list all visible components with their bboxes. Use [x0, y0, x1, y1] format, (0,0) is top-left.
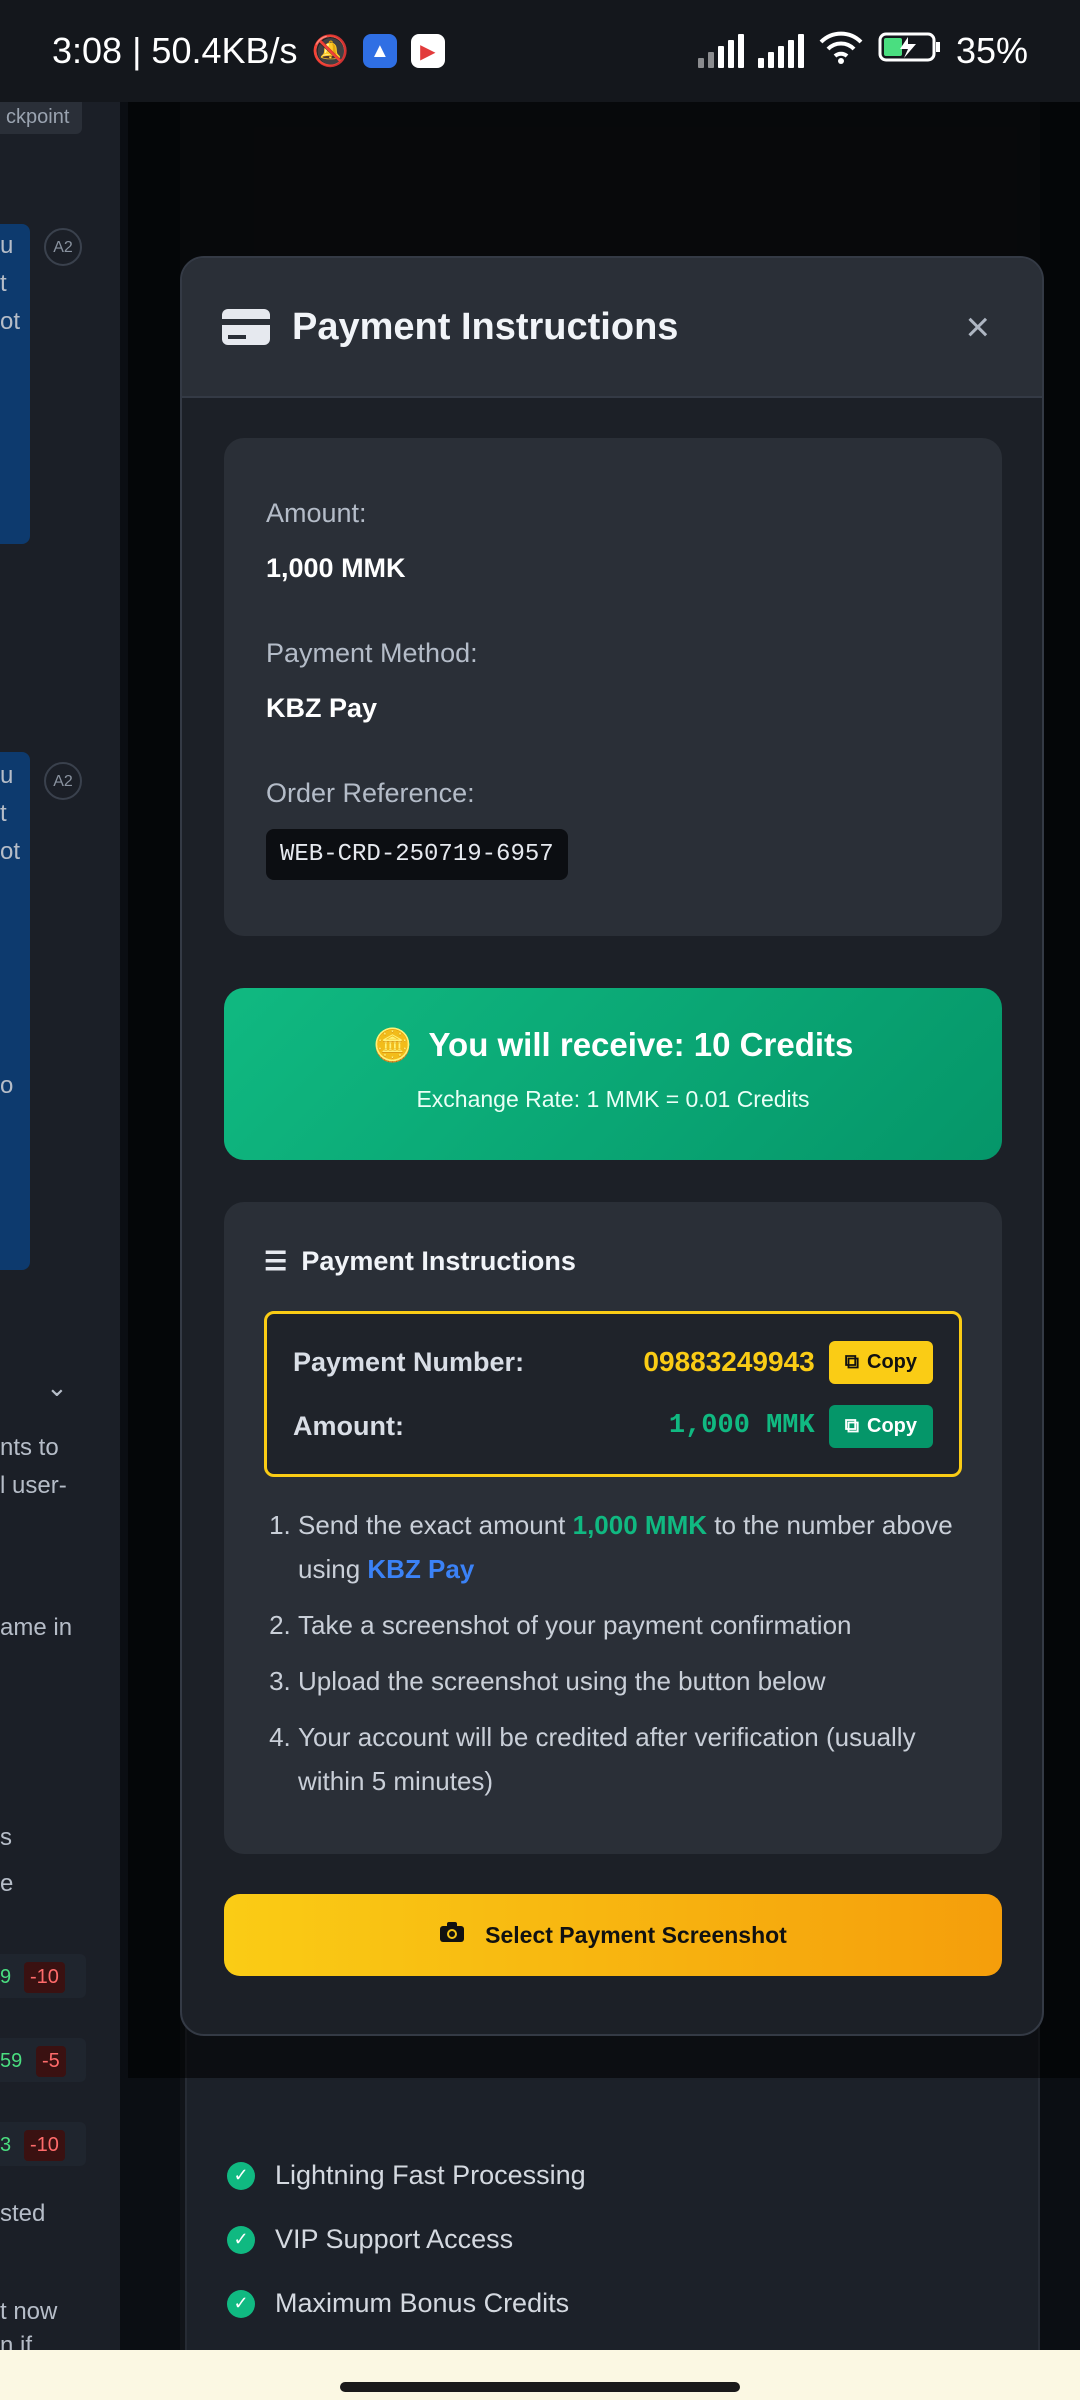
- wifi-icon: [818, 30, 864, 73]
- feature-item: ✓ Maximum Bonus Credits: [227, 2288, 569, 2319]
- payment-amount-label: Amount:: [293, 1410, 404, 1441]
- order-reference-label: Order Reference:: [266, 778, 475, 808]
- coins-icon: 🪙: [372, 1027, 413, 1063]
- muted-bell-icon: 🔕: [311, 34, 349, 68]
- modal-title: Payment Instructions: [292, 305, 679, 348]
- select-screenshot-label: Select Payment Screenshot: [485, 1921, 787, 1948]
- app-notification-icon: ▲: [362, 34, 397, 68]
- score-negative: -10: [24, 1962, 65, 1993]
- modal-header: Payment Instructions ×: [182, 258, 1042, 398]
- bg-snippet: s: [0, 1824, 12, 1851]
- status-time-speed: 3:08 | 50.4KB/s: [52, 30, 298, 71]
- numbered-list-icon: ☰: [264, 1246, 288, 1276]
- home-gesture-pill[interactable]: [340, 2382, 740, 2392]
- payment-details-box: Payment Number: 09883249943 ⧉ Copy Amoun…: [264, 1311, 962, 1477]
- avatar-badge: A2: [44, 228, 82, 266]
- payment-number-row: Payment Number: 09883249943 ⧉ Copy: [293, 1330, 933, 1394]
- step-item: Your account will be credited after veri…: [298, 1715, 962, 1803]
- bg-snippet: l user-: [0, 1472, 67, 1499]
- bg-snippet: n if: [0, 2332, 33, 2350]
- step-method: KBZ Pay: [367, 1554, 475, 1584]
- bg-snippet: u: [0, 232, 14, 259]
- score-positive: 9: [0, 1966, 12, 1988]
- receive-title: You will receive: 10 Credits: [428, 1026, 854, 1063]
- payment-method-label: Payment Method:: [266, 638, 478, 668]
- navigation-bar: [0, 2350, 1080, 2400]
- message-bubble: [0, 752, 30, 1270]
- copy-label: Copy: [867, 1350, 917, 1373]
- bg-snippet: u: [0, 762, 14, 789]
- bg-snippet: nts to: [0, 1434, 59, 1461]
- background-left-column: ckpoint u t ot A2 u t ot o A2 ⌄ nts to l…: [0, 102, 120, 2350]
- step-text: Send the exact amount: [298, 1510, 573, 1540]
- bg-snippet: t: [0, 270, 7, 297]
- checkpoint-chip: ckpoint: [0, 102, 82, 134]
- copy-amount-button[interactable]: ⧉ Copy: [828, 1404, 933, 1448]
- amount-value: 1,000 MMK: [266, 553, 406, 583]
- check-circle-icon: ✓: [227, 2161, 255, 2190]
- check-circle-icon: ✓: [227, 2289, 255, 2318]
- amount-label: Amount:: [266, 498, 367, 528]
- payment-number-value: 09883249943: [643, 1346, 815, 1377]
- bg-snippet: e: [0, 1870, 14, 1897]
- bg-snippet: ot: [0, 838, 21, 865]
- copy-number-button[interactable]: ⧉ Copy: [828, 1340, 933, 1384]
- check-circle-icon: ✓: [227, 2225, 255, 2254]
- payment-number-group: 09883249943 ⧉ Copy: [643, 1340, 933, 1384]
- step-item: Upload the screenshot using the button b…: [298, 1659, 962, 1703]
- close-button[interactable]: ×: [965, 306, 990, 348]
- exchange-rate: Exchange Rate: 1 MMK = 0.01 Credits: [416, 1086, 810, 1112]
- step-item: Take a screenshot of your payment confir…: [298, 1603, 962, 1647]
- payment-amount-value: 1,000 MMK: [668, 1411, 815, 1441]
- avatar-badge: A2: [44, 762, 82, 800]
- feature-item: ✓ VIP Support Access: [227, 2224, 513, 2255]
- play-store-icon: ▶: [410, 34, 445, 68]
- feature-label: VIP Support Access: [275, 2224, 514, 2254]
- feature-item: ✓ Lightning Fast Processing: [227, 2160, 586, 2191]
- status-left: 3:08 | 50.4KB/s 🔕 ▲ ▶: [52, 30, 445, 72]
- chevron-down-icon[interactable]: ⌄: [46, 1372, 68, 1403]
- instructions-card: ☰ Payment Instructions Payment Number: 0…: [224, 1202, 1002, 1854]
- payment-amount-row: Amount: 1,000 MMK ⧉ Copy: [293, 1394, 933, 1458]
- copy-icon: ⧉: [844, 1414, 859, 1437]
- bg-snippet: t: [0, 800, 7, 827]
- copy-label: Copy: [867, 1414, 917, 1437]
- status-bar: 3:08 | 50.4KB/s 🔕 ▲ ▶ 35%: [0, 0, 1080, 102]
- credits-receive-banner: 🪙 You will receive: 10 Credits Exchange …: [224, 988, 1002, 1160]
- bg-snippet: ot: [0, 308, 21, 335]
- payment-number-label: Payment Number:: [293, 1346, 525, 1377]
- select-screenshot-button[interactable]: Select Payment Screenshot: [224, 1894, 1002, 1976]
- feature-label: Lightning Fast Processing: [275, 2160, 586, 2190]
- payment-method-value: KBZ Pay: [266, 693, 378, 723]
- score-negative: -5: [36, 2046, 66, 2077]
- bg-snippet: sted: [0, 2200, 46, 2227]
- bg-snippet: t now: [0, 2298, 58, 2325]
- status-right: 35%: [697, 30, 1028, 73]
- credit-card-icon: [222, 309, 270, 345]
- instruction-steps: Send the exact amount 1,000 MMK to the n…: [264, 1503, 962, 1803]
- score-positive: 3: [0, 2134, 12, 2156]
- instructions-title: Payment Instructions: [301, 1246, 576, 1276]
- battery-level: 35%: [955, 30, 1028, 71]
- bg-snippet: o: [0, 1072, 14, 1099]
- step-item: Send the exact amount 1,000 MMK to the n…: [298, 1503, 962, 1591]
- score-negative: -10: [24, 2130, 65, 2161]
- instructions-header: ☰ Payment Instructions: [264, 1246, 962, 1277]
- copy-icon: ⧉: [844, 1350, 859, 1373]
- order-reference-code: WEB-CRD-250719-6957: [266, 829, 568, 880]
- score-positive: 59: [0, 2050, 23, 2072]
- receive-title-row: 🪙 You will receive: 10 Credits: [373, 1026, 854, 1064]
- order-summary-card: Amount: 1,000 MMK Payment Method: KBZ Pa…: [224, 438, 1002, 936]
- battery-icon: [878, 30, 942, 72]
- bg-snippet: ame in: [0, 1614, 73, 1641]
- payment-instructions-modal: Payment Instructions × Amount: 1,000 MMK…: [180, 256, 1044, 2036]
- signal-icon: [697, 34, 744, 68]
- step-amount: 1,000 MMK: [572, 1510, 708, 1540]
- signal-icon-2: [757, 34, 804, 68]
- camera-icon: [439, 1921, 465, 1949]
- payment-amount-group: 1,000 MMK ⧉ Copy: [668, 1404, 933, 1448]
- feature-label: Maximum Bonus Credits: [275, 2288, 570, 2318]
